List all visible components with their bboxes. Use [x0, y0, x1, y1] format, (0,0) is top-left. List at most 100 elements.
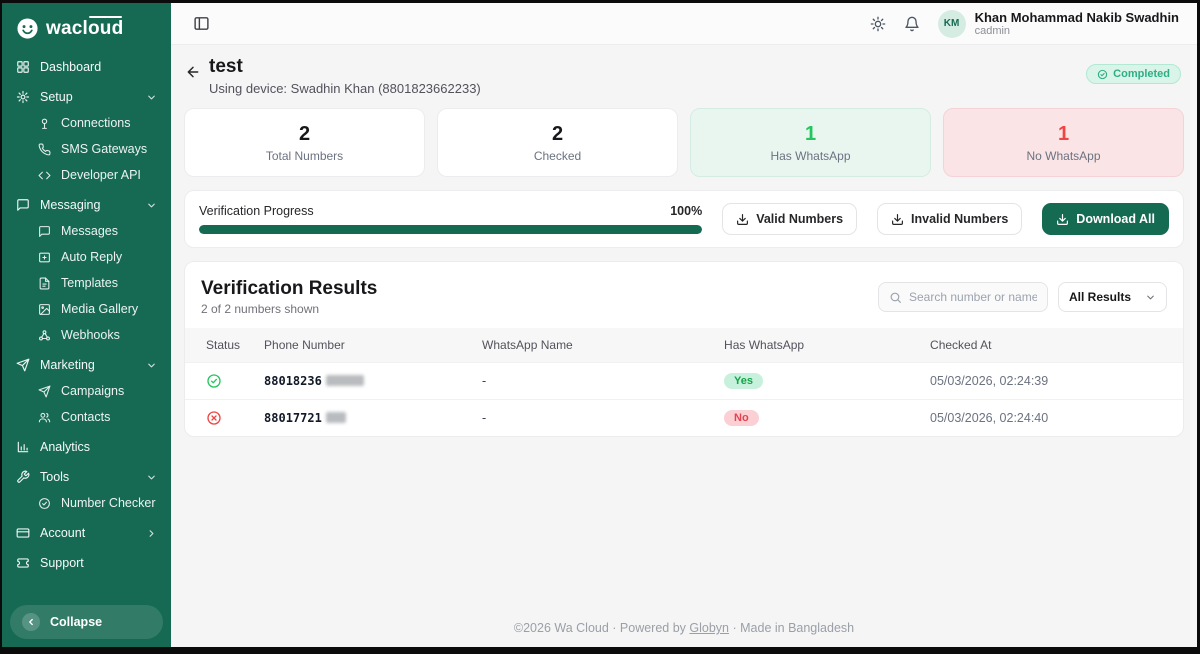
has-whatsapp-pill: Yes — [724, 373, 763, 389]
sidebar-item-label: Webhooks — [61, 328, 120, 342]
sidebar-item-templates[interactable]: Templates — [2, 270, 171, 296]
sidebar-item-developer-api[interactable]: Developer API — [2, 162, 171, 188]
valid-numbers-label: Valid Numbers — [756, 212, 843, 226]
chevron-left-icon — [22, 613, 40, 631]
filter-value: All Results — [1069, 290, 1131, 304]
theme-toggle-button[interactable] — [870, 16, 886, 32]
valid-numbers-button[interactable]: Valid Numbers — [722, 203, 857, 235]
results-count: 2 of 2 numbers shown — [201, 302, 377, 316]
sidebar-item-analytics[interactable]: Analytics — [2, 434, 171, 460]
download-all-label: Download All — [1076, 212, 1155, 226]
download-icon — [736, 213, 749, 226]
avatar: KM — [938, 10, 966, 38]
phone-number: 88018236 — [264, 374, 322, 388]
chevron-down-icon — [146, 200, 157, 211]
footer: ©2026 Wa Cloud · Powered by Globyn · Mad… — [184, 607, 1184, 647]
stat-card-no-whatsapp: 1 No WhatsApp — [943, 108, 1184, 177]
wrench-icon — [16, 470, 30, 484]
progress-label: Verification Progress — [199, 204, 314, 218]
results-filter-select[interactable]: All Results — [1058, 282, 1167, 312]
user-name: Khan Mohammad Nakib Swadhin — [975, 10, 1179, 26]
chat-bubble-icon — [16, 198, 30, 212]
footer-text: · Made in Bangladesh — [729, 621, 854, 635]
sidebar-item-messages[interactable]: Messages — [2, 218, 171, 244]
users-icon — [38, 411, 51, 424]
sidebar-item-campaigns[interactable]: Campaigns — [2, 378, 171, 404]
sidebar-item-label: Auto Reply — [61, 250, 122, 264]
page-subtitle: Using device: Swadhin Khan (880182366223… — [209, 81, 481, 96]
brand-logo[interactable]: wacloud — [2, 9, 171, 50]
user-menu[interactable]: KM Khan Mohammad Nakib Swadhin cadmin — [938, 10, 1179, 38]
sidebar-item-label: Campaigns — [61, 384, 124, 398]
sidebar-item-auto-reply[interactable]: Auto Reply — [2, 244, 171, 270]
content-scroll: 2 Total Numbers 2 Checked 1 Has WhatsApp… — [171, 108, 1197, 647]
bell-icon — [904, 16, 920, 32]
download-all-button[interactable]: Download All — [1042, 203, 1169, 235]
image-icon — [38, 303, 51, 316]
sidebar-item-account[interactable]: Account — [2, 520, 171, 546]
sidebar-item-label: Developer API — [61, 168, 141, 182]
sidebar-item-sms-gateways[interactable]: SMS Gateways — [2, 136, 171, 162]
collapse-sidebar-button[interactable]: Collapse — [10, 605, 163, 639]
chevron-right-icon — [146, 528, 157, 539]
stat-label: Total Numbers — [195, 149, 414, 163]
x-circle-icon — [206, 410, 222, 426]
sidebar-item-label: Account — [40, 526, 85, 540]
sidebar-item-dashboard[interactable]: Dashboard — [2, 54, 171, 80]
footer-text: ©2026 Wa Cloud · Powered by — [514, 621, 690, 635]
sidebar-item-messaging[interactable]: Messaging — [2, 192, 171, 218]
smiley-logo-icon — [16, 17, 39, 40]
sidebar-item-setup[interactable]: Setup — [2, 84, 171, 110]
sidebar-item-tools[interactable]: Tools — [2, 464, 171, 490]
main-area: KM Khan Mohammad Nakib Swadhin cadmin te… — [171, 3, 1197, 647]
search-box — [878, 282, 1048, 312]
auto-reply-icon — [38, 251, 51, 264]
topbar: KM Khan Mohammad Nakib Swadhin cadmin — [171, 3, 1197, 45]
col-has-whatsapp: Has WhatsApp — [712, 328, 918, 363]
stat-label: Checked — [448, 149, 667, 163]
sidebar-item-media-gallery[interactable]: Media Gallery — [2, 296, 171, 322]
search-input[interactable] — [909, 290, 1037, 304]
sidebar-item-contacts[interactable]: Contacts — [2, 404, 171, 430]
notifications-button[interactable] — [904, 16, 920, 32]
sidebar-item-label: Connections — [61, 116, 131, 130]
chevron-down-icon — [146, 472, 157, 483]
invalid-numbers-button[interactable]: Invalid Numbers — [877, 203, 1022, 235]
table-row[interactable]: 88018236 - Yes 05/03/2026, 02:24:39 — [185, 363, 1183, 400]
sidebar-toggle-button[interactable] — [193, 15, 210, 32]
stat-value: 2 — [448, 123, 667, 146]
stat-card-total: 2 Total Numbers — [184, 108, 425, 177]
page-header: test Using device: Swadhin Khan (8801823… — [171, 45, 1197, 108]
sun-icon — [870, 16, 886, 32]
check-circle-icon — [1097, 69, 1108, 80]
paper-plane-icon — [16, 358, 30, 372]
redacted-digits — [326, 412, 346, 423]
sidebar-item-connections[interactable]: Connections — [2, 110, 171, 136]
code-icon — [38, 169, 51, 182]
stat-label: Has WhatsApp — [701, 149, 920, 163]
sidebar-nav: Dashboard Setup Connections SMS Gateways… — [2, 50, 171, 599]
sidebar-item-label: Templates — [61, 276, 118, 290]
status-badge-label: Completed — [1113, 68, 1170, 80]
grid-icon — [16, 60, 30, 74]
phone-icon — [38, 143, 51, 156]
stat-value: 1 — [954, 123, 1173, 146]
progress-track — [199, 225, 702, 234]
page-title: test — [209, 56, 481, 78]
sidebar-item-marketing[interactable]: Marketing — [2, 352, 171, 378]
sidebar-item-support[interactable]: Support — [2, 550, 171, 576]
has-whatsapp-pill: No — [724, 410, 759, 426]
results-table: Status Phone Number WhatsApp Name Has Wh… — [185, 328, 1183, 436]
sidebar-item-label: Support — [40, 556, 84, 570]
sidebar-item-number-checker[interactable]: Number Checker — [2, 490, 171, 516]
back-button[interactable] — [185, 64, 201, 80]
sidebar-item-webhooks[interactable]: Webhooks — [2, 322, 171, 348]
ticket-icon — [16, 556, 30, 570]
status-badge: Completed — [1086, 64, 1181, 84]
globyn-link[interactable]: Globyn — [689, 621, 729, 635]
chevron-down-icon — [1145, 292, 1156, 303]
invalid-numbers-label: Invalid Numbers — [911, 212, 1008, 226]
table-row[interactable]: 88017721 - No 05/03/2026, 02:24:40 — [185, 400, 1183, 437]
progress-card: Verification Progress 100% Valid Numbers… — [184, 190, 1184, 248]
col-status: Status — [185, 328, 252, 363]
